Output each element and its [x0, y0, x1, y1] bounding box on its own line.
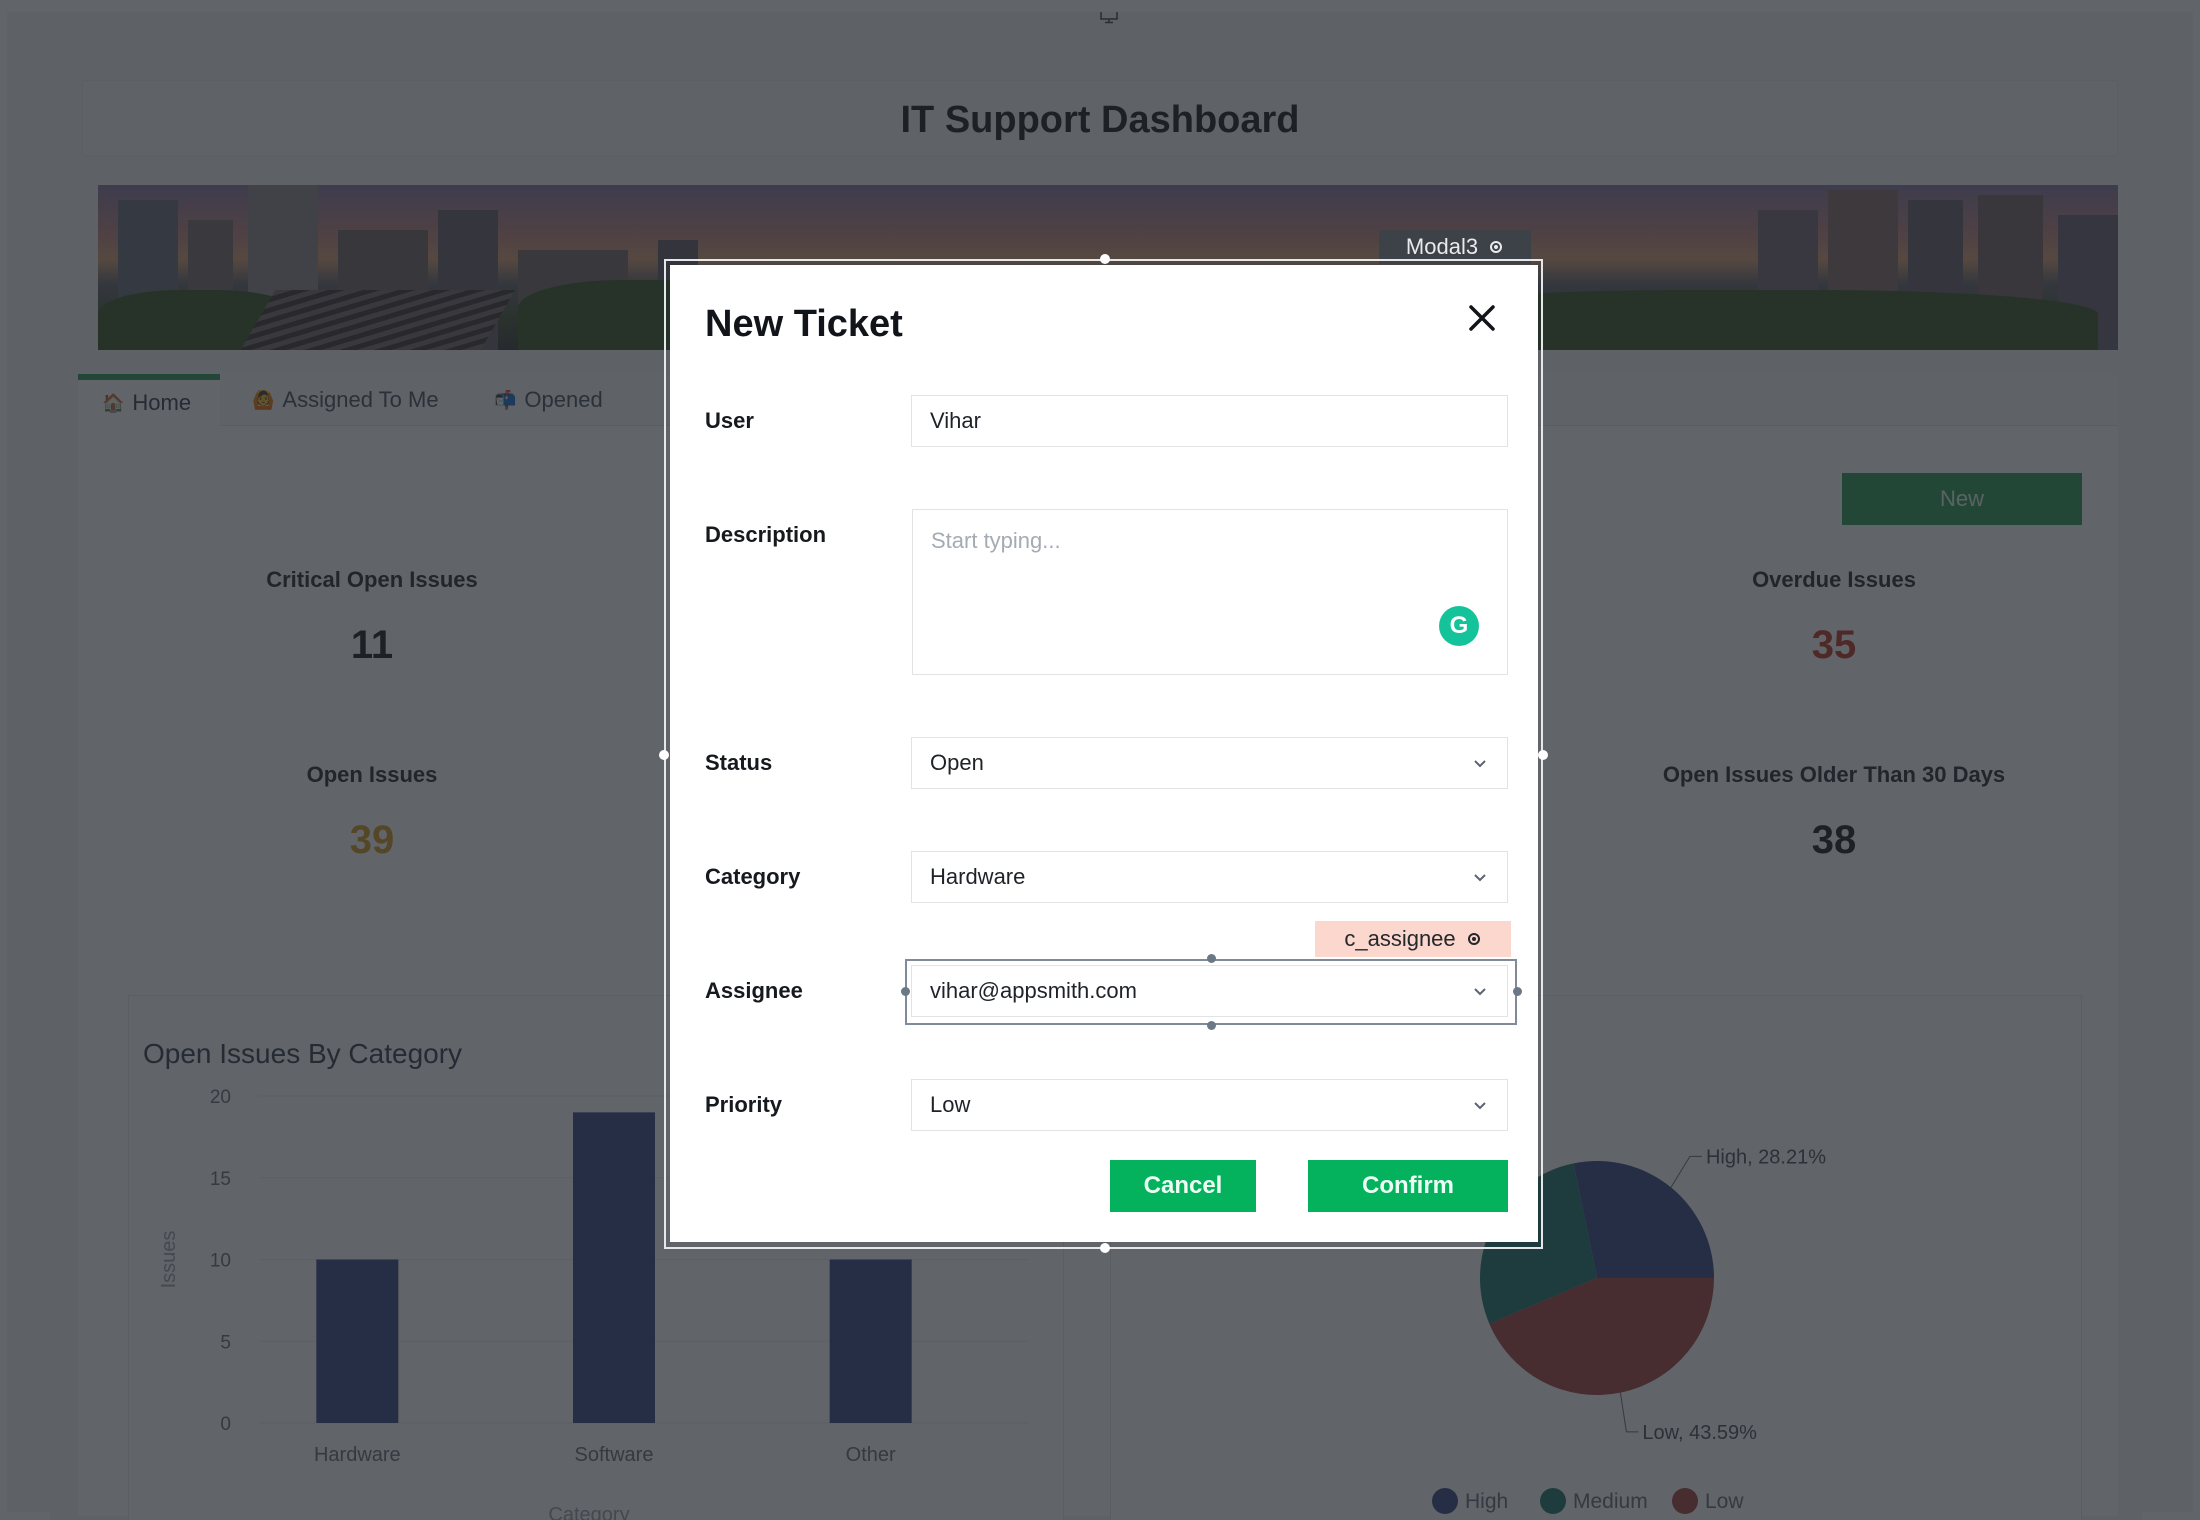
resize-handle-bottom[interactable] [1100, 1243, 1110, 1253]
category-value: Hardware [930, 864, 1026, 889]
bar-hardware [316, 1259, 399, 1423]
description-label: Description [705, 522, 827, 547]
priority-value: Low [930, 1092, 971, 1117]
stat-value: 11 [350, 623, 394, 667]
pie-data-label: Low, 43.59% [1642, 1422, 1757, 1444]
chevron-down-icon [1474, 988, 1486, 996]
gear-icon [1467, 933, 1480, 945]
cancel-button[interactable]: Cancel [1110, 1160, 1256, 1212]
assignee-widget-tag[interactable]: c_assignee [1315, 921, 1511, 957]
close-icon [1469, 304, 1495, 331]
confirm-button[interactable]: Confirm [1308, 1160, 1508, 1212]
resize-handle-left[interactable] [659, 750, 669, 760]
y-tick-label: 20 [210, 1087, 231, 1108]
tab-label: Home [132, 390, 192, 415]
legend-marker-medium [1540, 1488, 1566, 1514]
tab-assigned-to-me[interactable]: 🙆 Assigned To Me [228, 374, 463, 426]
person-icon: 🙆 [252, 389, 275, 410]
resize-handle-right[interactable] [1538, 750, 1548, 760]
stat-critical-open-issues: Critical Open Issues 11 [122, 567, 622, 668]
chevron-down-icon [1474, 760, 1486, 768]
pie-slice-high [1573, 1161, 1714, 1278]
description-field[interactable]: G [912, 509, 1508, 675]
data-label-leader [1619, 1392, 1639, 1433]
stat-open-issues: Open Issues 39 [122, 762, 622, 863]
category-label: Category [705, 864, 801, 889]
priority-select[interactable]: Low [911, 1079, 1508, 1131]
y-tick-label: 5 [220, 1332, 231, 1353]
legend-label: Low [1705, 1490, 1744, 1513]
user-field[interactable] [911, 395, 1508, 447]
status-value: Open [930, 750, 984, 775]
legend-label: High [1465, 1490, 1508, 1513]
status-select[interactable]: Open [911, 737, 1508, 789]
new-ticket-modal: New Ticket User Description G Status Ope… [670, 265, 1538, 1242]
stat-label: Critical Open Issues [266, 567, 478, 592]
assignee-label: Assignee [705, 978, 803, 1003]
x-tick-label: Other [846, 1444, 896, 1466]
grammarly-icon[interactable]: G [1439, 606, 1479, 646]
assignee-value: vihar@appsmith.com [930, 978, 1137, 1003]
resize-handle-left[interactable] [901, 987, 910, 996]
tab-home[interactable]: 🏠 Home [78, 374, 220, 426]
status-label: Status [705, 750, 773, 775]
user-label: User [705, 408, 754, 433]
priority-label: Priority [705, 1092, 783, 1117]
house-icon: 🏠 [102, 392, 125, 413]
stat-open-older-30-days: Open Issues Older Than 30 Days 38 [1584, 762, 2084, 863]
stat-value: 39 [349, 818, 395, 862]
chevron-down-icon [1474, 1102, 1486, 1110]
y-axis-label: Issues [158, 1231, 180, 1289]
legend-marker-high [1432, 1488, 1458, 1514]
stat-overdue-issues: Overdue Issues 35 [1584, 567, 2084, 668]
tab-label: Opened [524, 387, 603, 412]
stat-label: Open Issues Older Than 30 Days [1662, 762, 2006, 787]
x-tick-label: Software [575, 1444, 654, 1466]
chevron-down-icon [1474, 874, 1486, 882]
modal-widget-name: Modal3 [1405, 234, 1479, 259]
category-select[interactable]: Hardware [911, 851, 1508, 903]
page-title: IT Support Dashboard [900, 99, 1300, 141]
assignee-widget-name: c_assignee [1344, 926, 1456, 951]
description-input[interactable] [913, 510, 1507, 674]
stat-value: 38 [1811, 818, 1857, 862]
legend-marker-low [1672, 1488, 1698, 1514]
resize-handle-top[interactable] [1207, 954, 1216, 963]
assignee-select[interactable]: vihar@appsmith.com [911, 965, 1508, 1017]
bar-software [573, 1112, 655, 1423]
close-button[interactable] [1464, 301, 1500, 337]
modal-title: New Ticket [705, 303, 903, 345]
header: IT Support Dashboard [82, 80, 2118, 156]
new-ticket-button[interactable]: New [1842, 473, 2082, 525]
stat-label: Overdue Issues [1752, 567, 1916, 592]
stat-label: Open Issues [306, 762, 438, 787]
tab-opened[interactable]: 📬 Opened [470, 374, 627, 426]
y-tick-label: 10 [210, 1251, 231, 1272]
pie-data-label: High, 28.21% [1706, 1146, 1826, 1168]
legend-label: Medium [1573, 1490, 1648, 1513]
bar-other [829, 1259, 912, 1423]
x-tick-label: Hardware [314, 1444, 401, 1466]
x-axis-label: Category [548, 1504, 629, 1520]
monitor-icon[interactable] [1099, 12, 1119, 24]
gear-icon [1490, 241, 1503, 253]
y-tick-label: 0 [220, 1414, 231, 1435]
y-tick-label: 15 [210, 1169, 231, 1190]
user-input[interactable] [930, 408, 1489, 434]
stat-value: 35 [1811, 623, 1857, 667]
mailbox-icon: 📬 [494, 389, 517, 410]
tab-label: Assigned To Me [282, 387, 439, 412]
resize-handle-right[interactable] [1513, 987, 1522, 996]
resize-handle-bottom[interactable] [1207, 1021, 1216, 1030]
data-label-leader [1670, 1155, 1702, 1188]
resize-handle-top[interactable] [1100, 254, 1110, 264]
